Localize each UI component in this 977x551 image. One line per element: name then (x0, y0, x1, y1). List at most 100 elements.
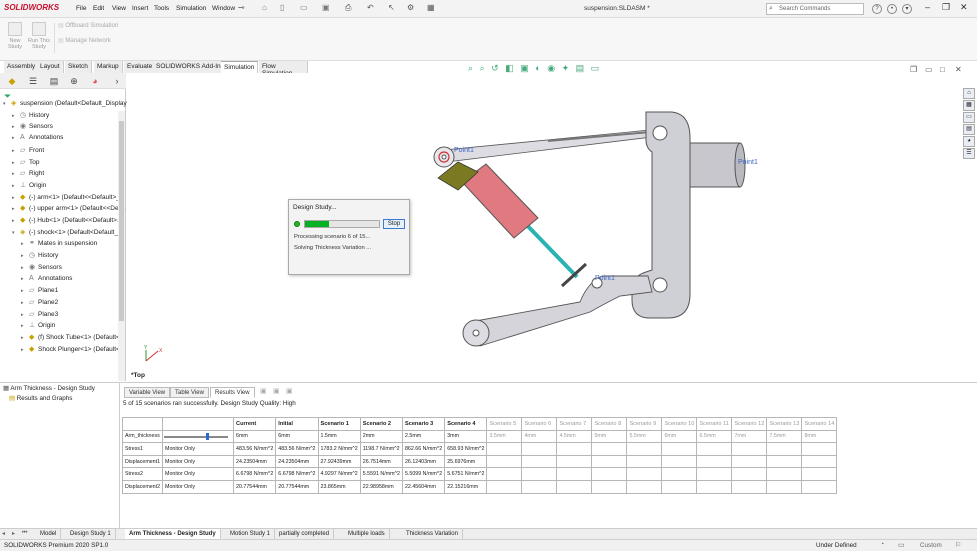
scroll-left-icon[interactable]: ◂ (2, 530, 5, 537)
table-cell[interactable]: 5.5099 N/mm^2 (401, 467, 446, 481)
table-cell[interactable]: 5.6751 N/mm^2 (444, 467, 488, 481)
column-header[interactable]: Current (233, 417, 277, 431)
table-cell[interactable]: 483.56 N/mm^2 (233, 442, 277, 456)
table-cell[interactable]: 24.23504mm (275, 454, 319, 469)
table-cell[interactable] (556, 479, 593, 494)
column-header[interactable] (121, 417, 164, 431)
tab-table-view[interactable]: Table View (170, 387, 209, 398)
table-cell[interactable] (731, 442, 768, 456)
table-cell[interactable]: 5mm (591, 429, 628, 444)
results-and-graphs-item[interactable]: ▤ Results and Graphs (9, 395, 72, 402)
table-cell[interactable] (626, 454, 663, 469)
slider-thumb[interactable] (206, 432, 210, 440)
table-cell[interactable] (521, 479, 558, 494)
table-cell[interactable] (626, 467, 663, 481)
table-cell[interactable]: 483.56 N/mm^2 (275, 442, 319, 456)
table-cell[interactable] (766, 442, 803, 456)
tab-results-view[interactable]: Results View (210, 387, 255, 398)
table-cell[interactable]: Monitor Only (162, 454, 235, 469)
table-cell[interactable] (626, 479, 663, 494)
table-cell[interactable]: 1783.2 N/mm^2 (317, 442, 361, 456)
table-cell[interactable]: 1198.7 N/mm^2 (359, 442, 403, 456)
table-cell[interactable] (556, 467, 593, 481)
column-header[interactable]: Scenario 11 (696, 417, 733, 431)
table-cell[interactable]: 22.15216mm (444, 479, 488, 494)
table-cell[interactable]: 3mm (444, 429, 488, 444)
column-header[interactable]: Scenario 3 (401, 417, 446, 431)
table-cell[interactable]: 5.5591 N/mm^2 (359, 467, 403, 481)
table-cell[interactable]: 20.77544mm (275, 479, 319, 494)
options-small-icon[interactable]: ▣ (273, 387, 280, 395)
table-cell[interactable] (591, 479, 628, 494)
table-cell[interactable]: 3.5mm (486, 429, 523, 444)
table-cell[interactable] (521, 454, 558, 469)
table-cell[interactable] (486, 442, 523, 456)
table-cell[interactable] (486, 467, 523, 481)
lower-arm[interactable] (469, 275, 653, 347)
table-cell[interactable] (661, 442, 698, 456)
column-header[interactable]: Scenario 9 (626, 417, 663, 431)
table-cell[interactable] (556, 442, 593, 456)
column-header[interactable] (162, 417, 235, 431)
table-cell[interactable]: Stress1 (121, 442, 164, 456)
table-cell[interactable] (591, 442, 628, 456)
scroll-first-icon[interactable]: ⏮ (22, 530, 27, 537)
notifications-icon[interactable]: ⚐ (955, 541, 961, 549)
table-cell[interactable]: 26.7514mm (359, 454, 403, 469)
column-header[interactable]: Scenario 6 (521, 417, 558, 431)
unit-system-selector[interactable]: Custom (920, 542, 942, 549)
table-cell[interactable]: Displacement1 (121, 454, 164, 469)
column-header[interactable]: Scenario 14 (801, 417, 838, 431)
table-cell[interactable]: 2mm (359, 429, 403, 444)
table-cell[interactable] (801, 442, 838, 456)
table-cell[interactable]: 25.6976mm (444, 454, 488, 469)
table-cell[interactable]: 6mm (275, 429, 319, 444)
table-cell[interactable] (696, 454, 733, 469)
table-cell[interactable]: 23.865mm (317, 479, 361, 494)
table-cell[interactable]: 4.5mm (556, 429, 593, 444)
export-small-icon[interactable]: ▣ (286, 387, 293, 395)
table-cell[interactable]: 26.12403mm (401, 454, 446, 469)
table-cell[interactable] (731, 479, 768, 494)
table-cell[interactable] (731, 454, 768, 469)
column-header[interactable]: Initial (275, 417, 319, 431)
table-cell[interactable]: 6.5mm (696, 429, 733, 444)
table-cell[interactable]: 862.66 N/mm^2 (401, 442, 446, 456)
table-cell[interactable]: 4.9297 N/mm^2 (317, 467, 361, 481)
table-cell[interactable]: 7mm (731, 429, 768, 444)
shock-plunger[interactable] (518, 216, 579, 279)
column-header[interactable]: Scenario 12 (731, 417, 768, 431)
scroll-right-icon[interactable]: ▸ (12, 530, 15, 537)
table-cell[interactable] (801, 467, 838, 481)
table-cell[interactable] (661, 479, 698, 494)
table-cell[interactable]: 6mm (233, 429, 277, 444)
column-header[interactable]: Scenario 10 (661, 417, 698, 431)
table-cell[interactable]: Arm_thickness (121, 429, 164, 444)
table-cell[interactable]: Monitor Only (162, 442, 235, 456)
column-header[interactable]: Scenario 13 (766, 417, 803, 431)
column-header[interactable]: Scenario 4 (444, 417, 488, 431)
table-cell[interactable]: 8mm (801, 429, 838, 444)
table-cell[interactable] (556, 454, 593, 469)
table-cell[interactable] (661, 454, 698, 469)
table-cell[interactable]: 22.98958mm (359, 479, 403, 494)
table-cell[interactable] (696, 467, 733, 481)
column-header[interactable]: Scenario 2 (359, 417, 403, 431)
table-cell[interactable]: 6.6798 N/mm^2 (233, 467, 277, 481)
table-cell[interactable]: Monitor Only (162, 467, 235, 481)
hub-spindle[interactable] (689, 142, 741, 188)
column-header[interactable]: Scenario 7 (556, 417, 593, 431)
table-cell[interactable]: 1.5mm (317, 429, 361, 444)
table-cell[interactable] (486, 479, 523, 494)
table-cell[interactable] (661, 467, 698, 481)
rebuild-status-icon[interactable]: ◔ (880, 541, 884, 548)
table-cell[interactable] (521, 467, 558, 481)
table-cell[interactable] (766, 454, 803, 469)
tab-variable-view[interactable]: Variable View (124, 387, 171, 398)
table-cell[interactable] (591, 467, 628, 481)
table-cell[interactable] (626, 442, 663, 456)
table-cell[interactable]: Displacement2 (121, 479, 164, 494)
table-cell[interactable]: 22.45604mm (401, 479, 446, 494)
study-tree-root[interactable]: ▦ Arm Thickness - Design Study (3, 385, 95, 392)
table-cell[interactable]: 27.92439mm (317, 454, 361, 469)
